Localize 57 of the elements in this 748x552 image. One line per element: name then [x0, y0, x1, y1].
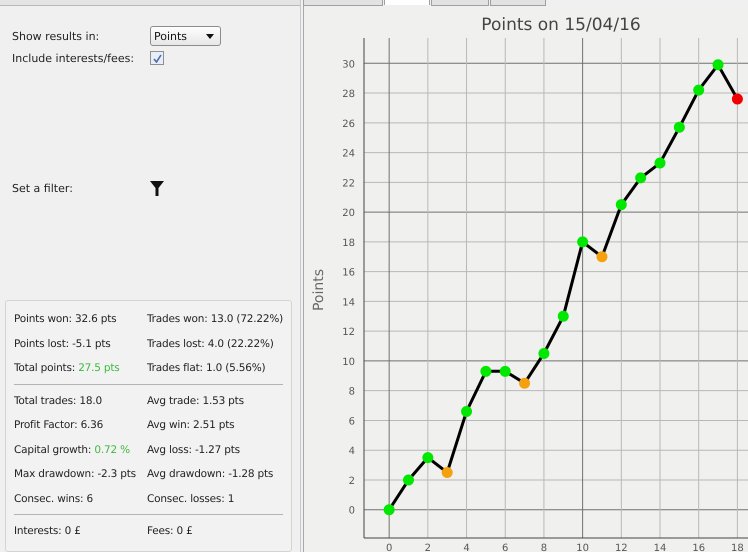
- statistic-text: Total points: 27.5 pts: [14, 362, 121, 374]
- statistic-text: Profit Factor: 6.36: [14, 419, 104, 432]
- statistic-text: Total trades: 18.0: [14, 394, 103, 407]
- x-tick-label: 18: [731, 543, 744, 552]
- x-tick-label: 8: [540, 543, 548, 552]
- y-axis-label: Points: [311, 268, 327, 312]
- chart-title: Points on 15/04/16: [481, 15, 641, 35]
- y-tick-label: 18: [342, 238, 355, 249]
- y-tick-label: 16: [342, 268, 355, 279]
- x-tick-label: 6: [502, 543, 508, 552]
- x-tick-label: 0: [386, 543, 392, 552]
- field-label: Show results in:: [12, 30, 100, 42]
- x-tick-label: 2: [424, 543, 432, 552]
- y-tick-label: 4: [348, 446, 355, 458]
- field-label: Set a filter:: [12, 182, 74, 194]
- y-tick-label: 22: [342, 178, 355, 190]
- statistic-text: Consec. losses: 1: [147, 492, 236, 505]
- tab[interactable]: [431, 0, 489, 6]
- y-tick-label: 20: [342, 208, 355, 220]
- y-tick-label: 10: [342, 356, 355, 368]
- y-tick-label: 8: [348, 386, 355, 398]
- statistic-text: Points won: 32.6 pts: [14, 313, 118, 326]
- filter-icon[interactable]: [150, 180, 164, 196]
- x-tick-label: 12: [614, 543, 628, 552]
- statistic-text: Avg loss: -1.27 pts: [147, 444, 241, 456]
- statistic-text: Avg trade: 1.53 pts: [147, 394, 245, 407]
- statistic-text: Trades lost: 4.0 (22.22%): [147, 338, 275, 350]
- statistic-text: Points lost: -5.1 pts: [14, 338, 112, 350]
- x-tick-label: 4: [463, 543, 470, 552]
- y-tick-label: 12: [342, 327, 355, 338]
- tab[interactable]: [384, 0, 430, 5]
- tab[interactable]: [490, 0, 546, 6]
- tab[interactable]: [303, 0, 383, 6]
- y-tick-label: 24: [342, 148, 355, 160]
- y-tick-label: 30: [342, 59, 355, 70]
- y-tick-label: 6: [348, 416, 355, 428]
- x-tick-label: 14: [654, 543, 666, 552]
- caret-icon: [206, 34, 214, 38]
- y-tick-label: 2: [348, 476, 355, 487]
- statistic-text: Fees: 0 £: [147, 525, 194, 538]
- statistic-text: Capital growth: 0.72 %: [14, 444, 131, 456]
- statistic-text: Consec. wins: 6: [14, 492, 94, 505]
- y-tick-label: 28: [342, 89, 355, 100]
- y-tick-label: 14: [342, 297, 355, 308]
- fees-checkbox[interactable]: [150, 51, 164, 65]
- results-dropdown[interactable]: Points: [150, 26, 221, 46]
- y-tick-label: 0: [348, 506, 355, 517]
- statistic-text: Interests: 0 £: [14, 525, 82, 538]
- x-tick-label: 10: [576, 543, 589, 552]
- y-tick-label: 26: [342, 118, 355, 130]
- statistic-text: Avg win: 2.51 pts: [147, 419, 236, 432]
- statistic-text: Trades flat: 1.0 (5.56%): [147, 362, 266, 374]
- statistic-text: Avg drawdown: -1.28 pts: [147, 468, 274, 480]
- field-label: Include interests/fees:: [12, 52, 136, 64]
- statistic-text: Trades won: 13.0 (72.22%): [147, 313, 284, 326]
- x-tick-label: 16: [692, 543, 706, 552]
- statistic-text: Max drawdown: -2.3 pts: [14, 468, 137, 480]
